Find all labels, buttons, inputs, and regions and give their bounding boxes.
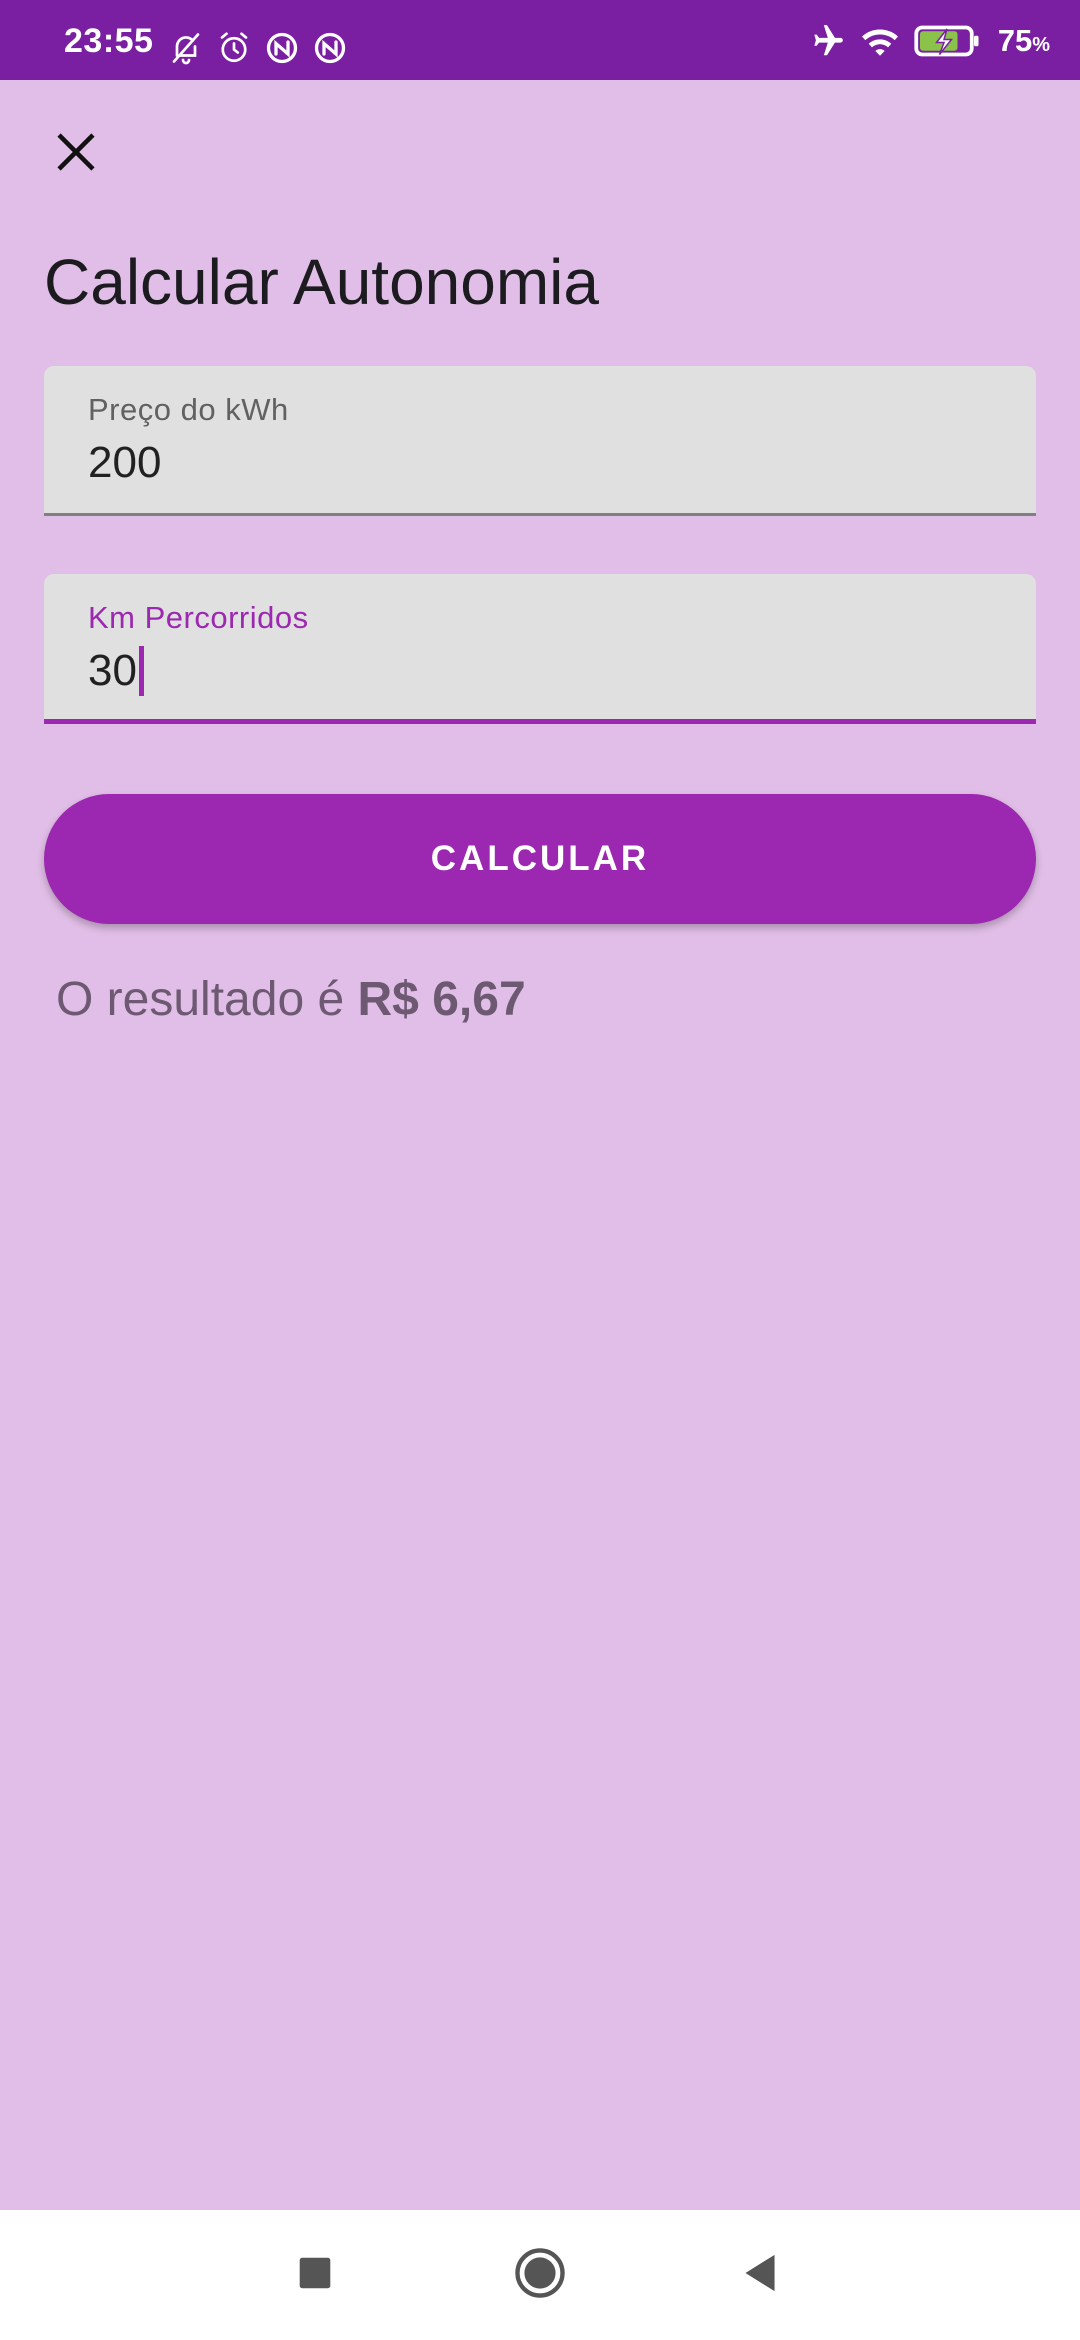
price-kwh-text: 200 bbox=[88, 438, 162, 487]
status-left-icons bbox=[168, 30, 348, 66]
close-icon bbox=[53, 129, 99, 180]
km-percorridos-field[interactable]: Km Percorridos 30 bbox=[44, 574, 1036, 724]
battery-percent: 75% bbox=[997, 23, 1050, 58]
bell-off-icon bbox=[168, 30, 204, 66]
battery-charging-icon bbox=[914, 24, 980, 58]
calculate-button[interactable]: CALCULAR bbox=[44, 794, 1036, 924]
recents-icon bbox=[298, 2256, 332, 2295]
recents-button[interactable] bbox=[255, 2210, 375, 2340]
navigation-bar bbox=[0, 2210, 1080, 2340]
price-kwh-field[interactable]: Preço do kWh 200 bbox=[44, 366, 1036, 516]
back-button[interactable] bbox=[700, 2210, 820, 2340]
km-percorridos-text: 30 bbox=[88, 646, 137, 695]
no-data-icon bbox=[312, 30, 348, 66]
airplane-icon bbox=[808, 22, 846, 60]
result-prefix: O resultado é bbox=[56, 973, 345, 1026]
price-kwh-value[interactable]: 200 bbox=[88, 438, 161, 488]
price-kwh-label: Preço do kWh bbox=[88, 392, 289, 427]
home-icon bbox=[514, 2247, 566, 2304]
km-percorridos-label: Km Percorridos bbox=[88, 600, 309, 635]
text-cursor bbox=[138, 646, 144, 696]
close-button[interactable] bbox=[40, 118, 112, 190]
home-button[interactable] bbox=[480, 2210, 600, 2340]
status-right-icons: 75% bbox=[808, 22, 1050, 60]
back-icon bbox=[741, 2253, 779, 2298]
page-title: Calcular Autonomia bbox=[44, 246, 599, 318]
result-value: R$ 6,67 bbox=[357, 973, 526, 1026]
result-text: O resultado é R$ 6,67 bbox=[56, 972, 526, 1027]
wifi-icon bbox=[860, 23, 900, 59]
status-time: 23:55 bbox=[64, 22, 154, 60]
no-data-icon bbox=[264, 30, 300, 66]
km-percorridos-value[interactable]: 30 bbox=[88, 646, 144, 696]
status-bar: 23:55 75% bbox=[0, 0, 1080, 80]
alarm-icon bbox=[216, 30, 252, 66]
